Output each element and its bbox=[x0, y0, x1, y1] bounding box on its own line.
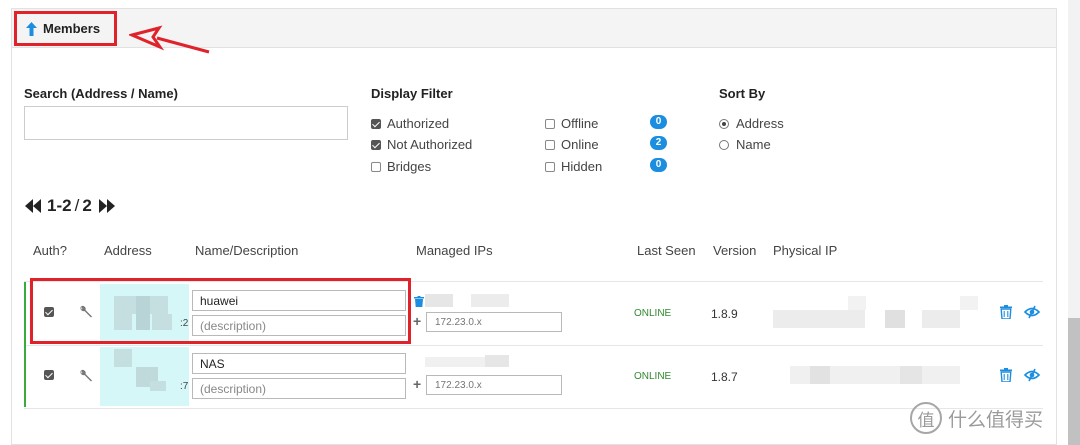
checkbox-icon bbox=[371, 161, 381, 172]
filter-offline-label: Offline bbox=[561, 116, 599, 131]
radio-icon bbox=[719, 139, 729, 150]
last-seen-status: ONLINE bbox=[634, 308, 672, 319]
checkbox-checked-icon bbox=[371, 139, 381, 150]
col-managed-ips[interactable]: Managed IPs bbox=[416, 243, 493, 258]
sort-by-address[interactable]: Address bbox=[719, 116, 784, 131]
next-page-icon[interactable] bbox=[98, 199, 116, 213]
filter-authorized[interactable]: Authorized bbox=[371, 116, 449, 131]
col-name[interactable]: Name/Description bbox=[195, 243, 298, 258]
sort-by-name[interactable]: Name bbox=[719, 137, 771, 152]
member-address-suffix: :7 bbox=[180, 381, 189, 392]
managed-ip-redacted bbox=[425, 294, 453, 307]
filter-hidden-label: Hidden bbox=[561, 159, 603, 174]
delete-member-icon[interactable] bbox=[1000, 368, 1012, 382]
filter-not-authorized[interactable]: Not Authorized bbox=[371, 137, 472, 152]
managed-ip-redacted bbox=[425, 357, 485, 367]
hidden-count-badge: 0 bbox=[650, 158, 667, 172]
hide-member-icon[interactable] bbox=[1024, 305, 1040, 319]
page-range: 1-2 bbox=[47, 196, 72, 215]
wrench-icon[interactable] bbox=[79, 305, 93, 319]
member-name-input[interactable] bbox=[192, 353, 406, 374]
member-version: 1.8.9 bbox=[711, 307, 738, 321]
table-divider bbox=[24, 345, 1043, 346]
watermark-logo: 值 bbox=[910, 402, 942, 434]
delete-ip-icon[interactable] bbox=[414, 296, 424, 307]
wrench-icon[interactable] bbox=[79, 369, 93, 383]
filter-offline[interactable]: Offline bbox=[545, 116, 598, 131]
watermark-text: 什么值得买 bbox=[948, 409, 1044, 431]
online-count-badge: 2 bbox=[650, 136, 667, 150]
col-last-seen[interactable]: Last Seen bbox=[637, 243, 696, 258]
member-address-redacted bbox=[100, 284, 189, 343]
callout-arrow-icon bbox=[129, 25, 210, 54]
checkbox-checked-icon bbox=[371, 118, 381, 129]
auth-checkbox[interactable] bbox=[44, 307, 54, 317]
auth-checkbox[interactable] bbox=[44, 370, 54, 380]
col-version[interactable]: Version bbox=[713, 243, 756, 258]
filter-online[interactable]: Online bbox=[545, 137, 599, 152]
filter-hidden[interactable]: Hidden bbox=[545, 159, 602, 174]
previous-page-icon[interactable] bbox=[24, 199, 42, 213]
sort-by-address-label: Address bbox=[736, 116, 784, 131]
radio-selected-icon bbox=[719, 118, 729, 129]
member-address-suffix: :2 bbox=[180, 318, 189, 329]
search-input[interactable] bbox=[24, 106, 348, 140]
page-separator: / bbox=[74, 196, 80, 215]
add-ip-icon[interactable]: + bbox=[413, 313, 421, 329]
checkbox-icon bbox=[545, 139, 555, 150]
last-seen-status: ONLINE bbox=[634, 371, 672, 382]
watermark: 值 什么值得买 bbox=[910, 402, 1043, 434]
arrow-up-icon bbox=[26, 21, 37, 36]
member-description-input[interactable] bbox=[192, 315, 406, 336]
members-toggle[interactable]: Members bbox=[14, 11, 117, 46]
delete-member-icon[interactable] bbox=[1000, 305, 1012, 319]
col-physical-ip[interactable]: Physical IP bbox=[773, 243, 837, 258]
offline-count-badge: 0 bbox=[650, 115, 667, 129]
table-divider bbox=[24, 408, 1043, 409]
filter-bridges[interactable]: Bridges bbox=[371, 159, 431, 174]
ip-assign-input[interactable] bbox=[426, 375, 562, 395]
member-description-input[interactable] bbox=[192, 378, 406, 399]
checkbox-icon bbox=[545, 118, 555, 129]
filter-authorized-label: Authorized bbox=[387, 116, 450, 131]
search-label: Search (Address / Name) bbox=[24, 86, 178, 101]
page-total: 2 bbox=[82, 196, 92, 215]
filter-online-label: Online bbox=[561, 137, 599, 152]
filter-bridges-label: Bridges bbox=[387, 159, 432, 174]
add-ip-icon[interactable]: + bbox=[413, 376, 421, 392]
display-filter-label: Display Filter bbox=[371, 86, 453, 101]
ip-assign-input[interactable] bbox=[426, 312, 562, 332]
col-auth[interactable]: Auth? bbox=[33, 243, 67, 258]
authorized-row-marker bbox=[24, 282, 26, 407]
sort-by-name-label: Name bbox=[736, 137, 771, 152]
panel-header: Members bbox=[12, 9, 1056, 54]
scrollbar-thumb[interactable] bbox=[1068, 318, 1080, 445]
member-name-input[interactable] bbox=[192, 290, 406, 311]
filter-not-authorized-label: Not Authorized bbox=[387, 137, 473, 152]
table-divider bbox=[24, 281, 1043, 282]
managed-ip-redacted bbox=[471, 294, 509, 307]
pagination: 1-2 / 2 bbox=[24, 196, 116, 216]
col-address[interactable]: Address bbox=[104, 243, 152, 258]
managed-ip-redacted bbox=[485, 355, 509, 367]
panel-title: Members bbox=[43, 21, 101, 36]
hide-member-icon[interactable] bbox=[1024, 368, 1040, 382]
member-version: 1.8.7 bbox=[711, 370, 738, 384]
checkbox-icon bbox=[545, 161, 555, 172]
member-address-redacted bbox=[100, 347, 189, 406]
sort-by-label: Sort By bbox=[719, 86, 766, 101]
